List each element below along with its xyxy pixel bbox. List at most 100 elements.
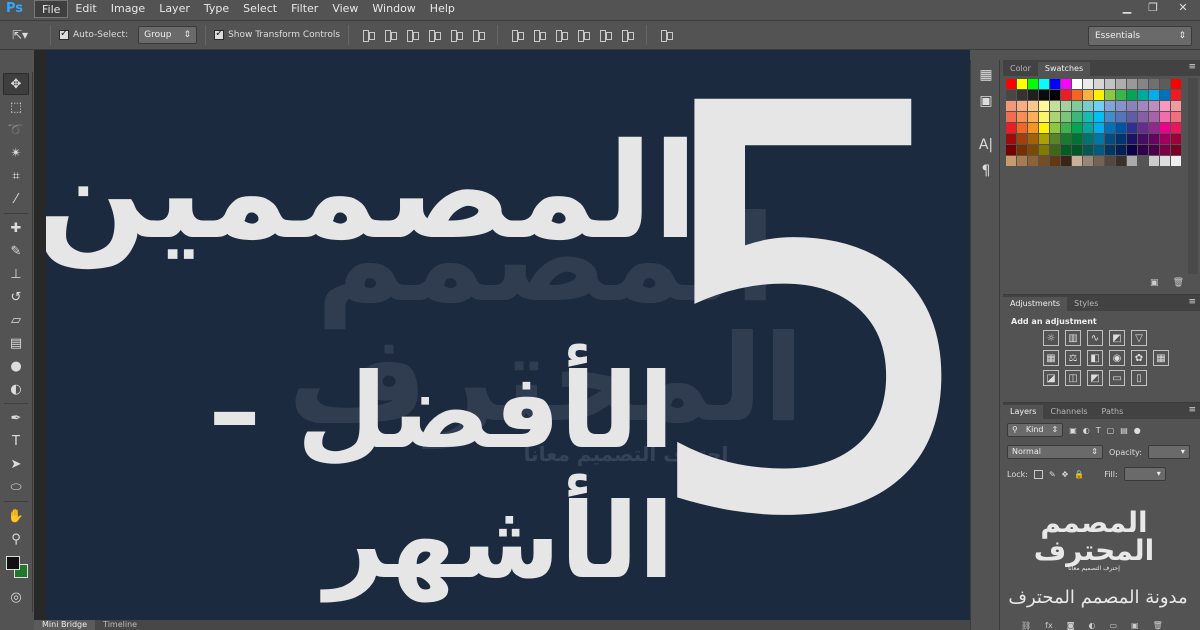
ellipse-tool-icon[interactable]: ⬭ — [3, 476, 29, 498]
distribute-vcenter-icon[interactable] — [532, 28, 547, 42]
align-hcenter-icon[interactable] — [449, 28, 464, 42]
color-swatch[interactable] — [1170, 100, 1181, 111]
color-swatch[interactable] — [1049, 155, 1060, 166]
color-swatch[interactable] — [1126, 155, 1137, 166]
distribute-bottom-icon[interactable] — [554, 28, 569, 42]
color-swatch[interactable] — [1159, 155, 1170, 166]
color-swatch[interactable] — [1148, 122, 1159, 133]
color-swatch[interactable] — [1060, 78, 1071, 89]
distribute-right-icon[interactable] — [620, 28, 635, 42]
color-swatch[interactable] — [1115, 89, 1126, 100]
panel-menu-icon[interactable]: ≡ — [1188, 405, 1196, 415]
color-swatch[interactable] — [1126, 78, 1137, 89]
color-swatch[interactable] — [1082, 78, 1093, 89]
color-swatch[interactable] — [1027, 144, 1038, 155]
color-swatch[interactable] — [1027, 155, 1038, 166]
color-swatch[interactable] — [1093, 122, 1104, 133]
color-swatch[interactable] — [1170, 122, 1181, 133]
tab-styles[interactable]: Styles — [1067, 297, 1105, 311]
align-right-icon[interactable] — [471, 28, 486, 42]
color-swatch[interactable] — [1126, 100, 1137, 111]
hue-saturation-icon[interactable]: ▦ — [1043, 350, 1059, 366]
tab-swatches[interactable]: Swatches — [1037, 62, 1091, 76]
panel-menu-icon[interactable]: ≡ — [1188, 297, 1196, 307]
document-canvas[interactable]: المصمم المحترف إحترف التصميم معانا المصم… — [46, 50, 970, 620]
align-left-icon[interactable] — [427, 28, 442, 42]
color-swatch[interactable] — [1115, 155, 1126, 166]
color-swatch[interactable] — [1005, 155, 1016, 166]
color-swatch[interactable] — [1104, 111, 1115, 122]
menu-select[interactable]: Select — [236, 0, 284, 18]
align-bottom-icon[interactable] — [405, 28, 420, 42]
color-swatch[interactable] — [1159, 78, 1170, 89]
color-swatch[interactable] — [1159, 122, 1170, 133]
color-swatch[interactable] — [1016, 100, 1027, 111]
color-swatch[interactable] — [1049, 100, 1060, 111]
color-swatch[interactable] — [1049, 111, 1060, 122]
color-swatch[interactable] — [1071, 89, 1082, 100]
color-swatch[interactable] — [1159, 133, 1170, 144]
color-swatch[interactable] — [1082, 133, 1093, 144]
tab-adjustments[interactable]: Adjustments — [1003, 297, 1068, 311]
color-swatch[interactable] — [1170, 111, 1181, 122]
color-swatch[interactable] — [1104, 89, 1115, 100]
black-white-icon[interactable]: ◧ — [1087, 350, 1103, 366]
color-swatch[interactable] — [1159, 100, 1170, 111]
color-swatch[interactable] — [1060, 144, 1071, 155]
color-swatch[interactable] — [1137, 100, 1148, 111]
trash-icon[interactable]: 🗑 — [1153, 621, 1163, 630]
color-swatch[interactable] — [1005, 122, 1016, 133]
selective-color-icon[interactable]: ▯ — [1131, 370, 1147, 386]
color-swatch[interactable] — [1027, 122, 1038, 133]
photo-filter-icon[interactable]: ◉ — [1109, 350, 1125, 366]
properties-panel-icon[interactable]: ▣ — [975, 90, 997, 112]
color-swatch[interactable] — [1137, 111, 1148, 122]
character-panel-icon[interactable]: A| — [975, 134, 997, 156]
color-swatch[interactable] — [1093, 78, 1104, 89]
color-swatch[interactable] — [1071, 155, 1082, 166]
new-group-icon[interactable]: ▭ — [1109, 621, 1117, 630]
vibrance-icon[interactable]: ▽ — [1131, 330, 1147, 346]
align-top-icon[interactable] — [361, 28, 376, 42]
color-swatch[interactable] — [1159, 111, 1170, 122]
marquee-tool-icon[interactable]: ⬚ — [3, 96, 29, 118]
filter-toggle-icon[interactable]: ● — [1134, 426, 1141, 435]
color-swatch[interactable] — [1148, 133, 1159, 144]
color-swatch[interactable] — [1104, 155, 1115, 166]
color-swatch[interactable] — [1115, 122, 1126, 133]
color-swatch[interactable] — [1049, 144, 1060, 155]
color-balance-icon[interactable]: ⚖ — [1065, 350, 1081, 366]
color-swatch[interactable] — [1170, 144, 1181, 155]
color-swatch[interactable] — [1038, 133, 1049, 144]
color-swatch[interactable] — [1005, 78, 1016, 89]
color-swatch[interactable] — [1027, 78, 1038, 89]
color-swatch[interactable] — [1038, 111, 1049, 122]
tab-layers[interactable]: Layers — [1003, 405, 1044, 419]
color-swatch[interactable] — [1082, 122, 1093, 133]
color-swatch[interactable] — [1016, 144, 1027, 155]
new-adjustment-icon[interactable]: ◐ — [1088, 621, 1095, 630]
color-swatch[interactable] — [1093, 144, 1104, 155]
auto-select-checkbox[interactable] — [59, 28, 69, 40]
color-swatch[interactable] — [1060, 111, 1071, 122]
color-swatch[interactable] — [1170, 133, 1181, 144]
new-swatch-icon[interactable]: ▣ — [1150, 278, 1159, 292]
color-swatch[interactable] — [1082, 89, 1093, 100]
color-swatch[interactable] — [1060, 122, 1071, 133]
channel-mixer-icon[interactable]: ✿ — [1131, 350, 1147, 366]
color-swatch[interactable] — [1126, 122, 1137, 133]
color-swatch[interactable] — [1104, 133, 1115, 144]
blend-mode-dropdown[interactable]: Normal ⇕ — [1007, 445, 1103, 459]
menu-type[interactable]: Type — [197, 0, 236, 18]
color-swatch[interactable] — [1082, 144, 1093, 155]
gradient-map-icon[interactable]: ▭ — [1109, 370, 1125, 386]
color-swatch[interactable] — [1159, 89, 1170, 100]
color-picker[interactable] — [2, 554, 32, 582]
align-vcenter-icon[interactable] — [383, 28, 398, 42]
color-swatch[interactable] — [1093, 111, 1104, 122]
color-swatch[interactable] — [1038, 122, 1049, 133]
color-swatch[interactable] — [1148, 78, 1159, 89]
color-swatch[interactable] — [1148, 89, 1159, 100]
layers-list[interactable]: المصمم المحترف إحترف التصميم معانا مدونة… — [1003, 491, 1200, 613]
color-swatch[interactable] — [1170, 78, 1181, 89]
